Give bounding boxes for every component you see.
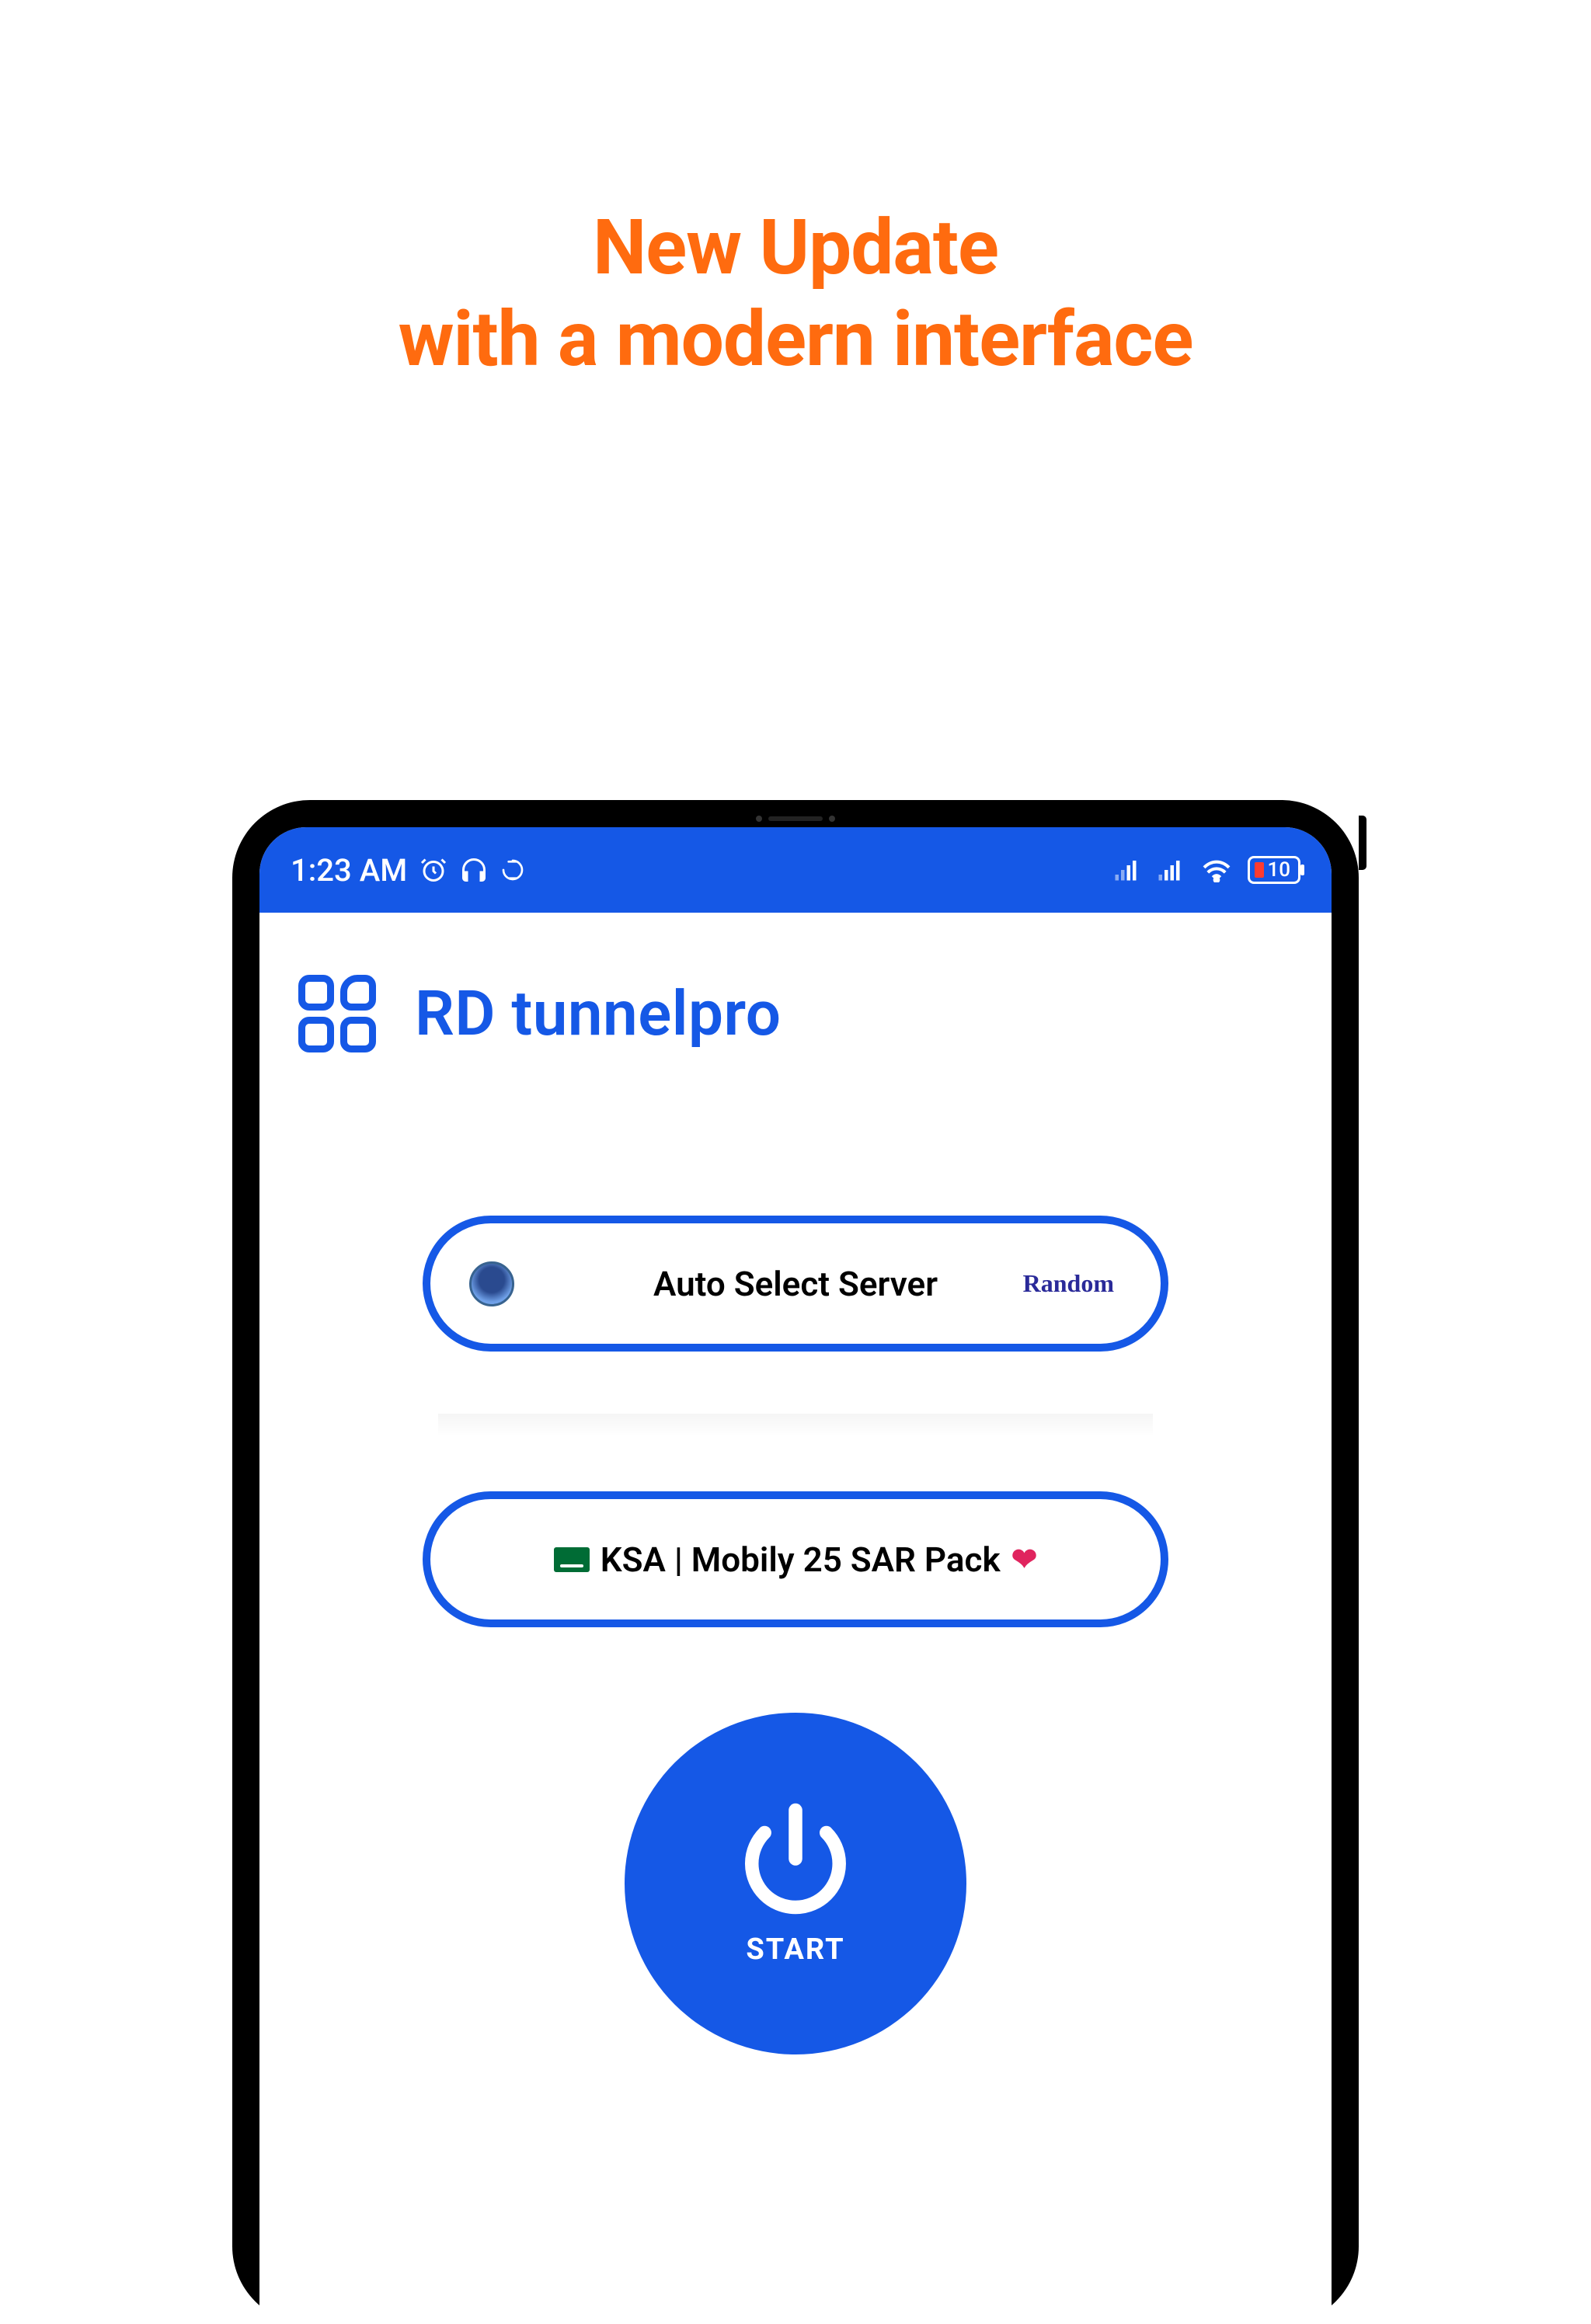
signal-2-icon — [1158, 858, 1185, 882]
status-time: 1:23 AM — [291, 852, 407, 889]
flag-sa-icon — [554, 1547, 590, 1572]
device-notch — [741, 814, 850, 823]
pack-selector-label: KSA | Mobily 25 SAR Pack — [601, 1539, 1001, 1580]
battery-level: 10 — [1267, 860, 1290, 880]
alarm-icon — [420, 856, 447, 884]
divider — [438, 1414, 1153, 1437]
heart-icon: ❤ — [1011, 1541, 1038, 1578]
start-button-label: START — [746, 1933, 844, 1967]
power-icon — [737, 1800, 854, 1917]
menu-grid-icon[interactable] — [298, 975, 376, 1052]
server-mode-label: Random — [1023, 1269, 1114, 1298]
sync-icon — [500, 858, 525, 882]
tablet-screen: 1:23 AM — [259, 827, 1332, 2324]
promo-line-2: with a modern interface — [0, 294, 1591, 385]
promo-headline: New Update with a modern interface — [0, 202, 1591, 384]
server-icon — [469, 1261, 514, 1306]
app-header: RD tunnelpro — [259, 913, 1332, 1076]
promo-line-1: New Update — [0, 202, 1591, 294]
server-selector-label: Auto Select Server — [653, 1264, 938, 1304]
signal-1-icon — [1114, 858, 1142, 882]
server-selector[interactable]: Auto Select Server Random — [423, 1216, 1168, 1352]
device-side-button — [1359, 816, 1366, 870]
wifi-icon — [1201, 858, 1232, 882]
headphones-icon — [460, 856, 488, 884]
start-button[interactable]: START — [625, 1713, 966, 2054]
app-title: RD tunnelpro — [415, 977, 782, 1050]
battery-icon: 10 — [1248, 856, 1300, 884]
pack-selector[interactable]: KSA | Mobily 25 SAR Pack ❤ — [423, 1491, 1168, 1627]
status-bar: 1:23 AM — [259, 827, 1332, 913]
tablet-frame: 1:23 AM — [232, 800, 1359, 2324]
